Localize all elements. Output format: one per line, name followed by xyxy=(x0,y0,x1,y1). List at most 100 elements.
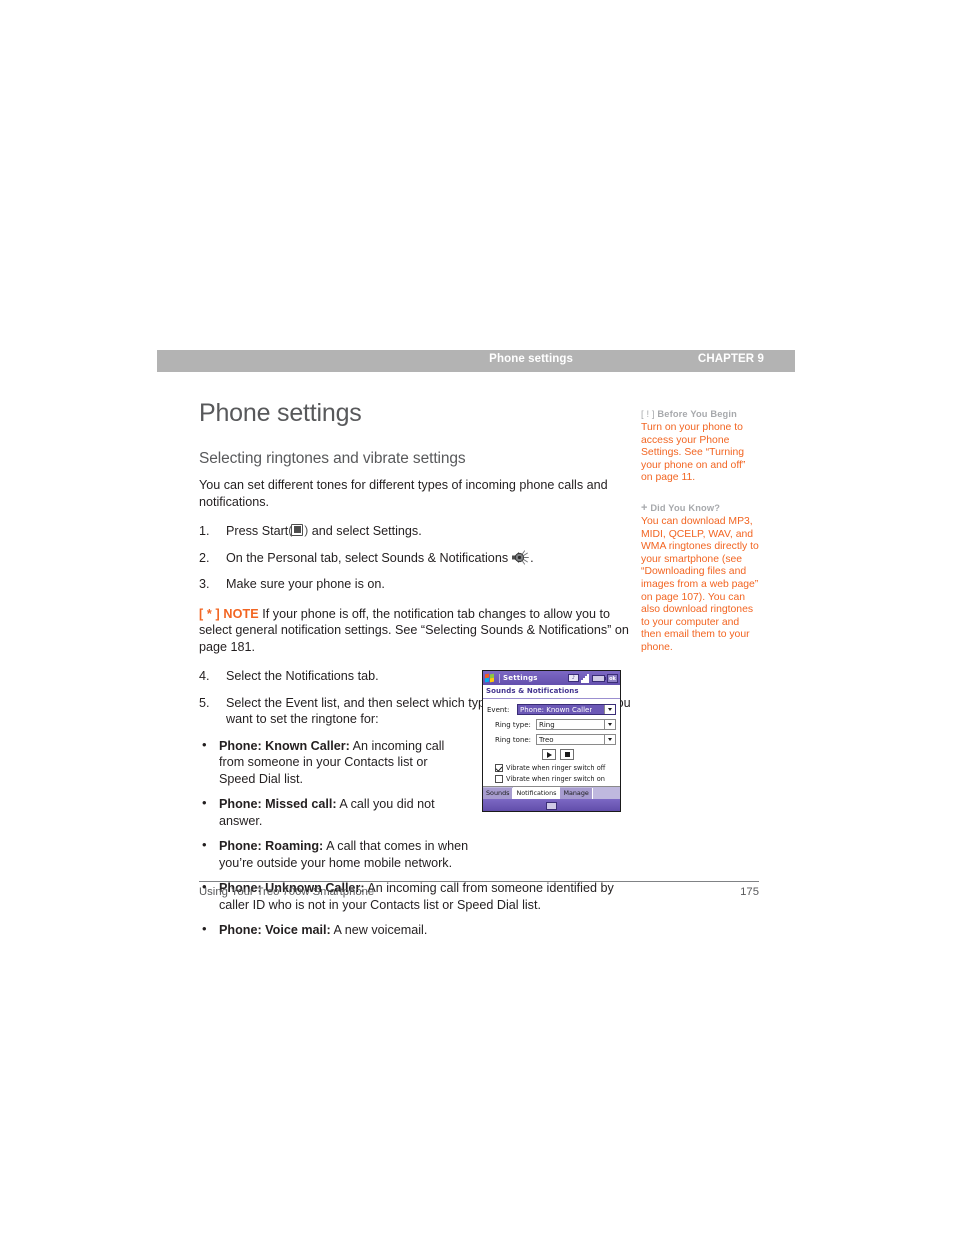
device-screen-subtitle: Sounds & Notifications xyxy=(483,685,620,699)
start-menu-icon: () xyxy=(288,523,309,537)
event-dropdown-value: Phone: Known Caller xyxy=(520,705,593,714)
numbered-steps-first: 1. Press Start() and select Settings. 2. O… xyxy=(199,523,631,593)
vibrate-ringer-on-label: Vibrate when ringer switch on xyxy=(506,775,605,783)
tip-heading: + Did You Know? xyxy=(641,502,759,515)
volume-icon[interactable]: ♪ xyxy=(568,674,579,682)
speaker-sounds-icon xyxy=(511,549,530,565)
footer-page-number: 175 xyxy=(740,886,759,898)
windows-logo-icon xyxy=(485,673,496,683)
footer-divider xyxy=(199,881,759,882)
tips-sidebar: [ ! ] Before You Begin Turn on your phon… xyxy=(641,408,759,655)
tip-heading-text: Before You Begin xyxy=(657,409,737,419)
header-chapter-label: CHAPTER 9 xyxy=(697,353,764,365)
event-field-row: Event: Phone: Known Caller xyxy=(487,704,616,715)
list-item: • Phone: Missed call: A call you did not … xyxy=(199,795,467,829)
vibrate-ringer-off-checkbox[interactable]: Vibrate when ringer switch off xyxy=(495,764,616,772)
bullet-text: A new voicemail. xyxy=(333,923,428,937)
ring-type-label: Ring type: xyxy=(495,720,531,729)
tab-notifications[interactable]: Notifications xyxy=(513,787,561,799)
tip-body-text: Turn on your phone to access your Phone … xyxy=(641,422,746,484)
tab-manage[interactable]: Manage xyxy=(560,788,593,799)
alert-marker-icon: [ ! ] xyxy=(641,409,655,419)
device-command-bar xyxy=(483,799,620,811)
step-number: 1. xyxy=(199,524,210,538)
bullet-dot-icon: • xyxy=(202,921,207,936)
checkbox-unchecked-icon xyxy=(495,775,503,783)
device-tab-strip: Sounds Notifications Manage xyxy=(483,786,620,799)
step-item: 1. Press Start() and select Settings. xyxy=(199,523,631,540)
step-text-after: . xyxy=(530,550,534,565)
ring-tone-dropdown[interactable]: Treo xyxy=(536,734,616,745)
note-text: If your phone is off, the notification t… xyxy=(199,606,629,654)
bullet-dot-icon: • xyxy=(202,837,207,852)
ring-tone-value: Treo xyxy=(539,735,554,744)
chevron-down-icon[interactable] xyxy=(604,735,615,744)
footer-book-title: Using Your Treo 700w Smartphone xyxy=(199,886,375,898)
device-window-title: Settings xyxy=(503,674,538,682)
tip-block-before-you-begin: [ ! ] Before You Begin Turn on your phon… xyxy=(641,408,759,485)
event-dropdown[interactable]: Phone: Known Caller xyxy=(517,704,616,715)
signal-strength-icon[interactable] xyxy=(581,673,590,683)
tip-body-text: You can download MP3, MIDI, QCELP, WAV, … xyxy=(641,515,759,653)
intro-paragraph: You can set different tones for differen… xyxy=(199,478,608,509)
ring-tone-field-row: Ring tone: Treo xyxy=(487,734,616,745)
device-status-tray: ♪ ok xyxy=(568,673,618,683)
stop-button[interactable] xyxy=(560,749,574,760)
device-screen-body: Event: Phone: Known Caller Ring type: Ri… xyxy=(483,699,620,786)
tip-block-did-you-know: + Did You Know? You can download MP3, MI… xyxy=(641,502,759,655)
ring-tone-label: Ring tone: xyxy=(495,735,532,744)
step-text-before: Press Start xyxy=(226,524,289,538)
device-title-bar: Settings ♪ ok xyxy=(483,671,620,685)
stop-icon xyxy=(564,752,570,757)
step-number: 4. xyxy=(199,669,210,683)
ring-type-field-row: Ring type: Ring xyxy=(487,719,616,730)
header-section-title: Phone settings xyxy=(489,353,573,365)
step-number: 2. xyxy=(199,550,210,565)
ok-button[interactable]: ok xyxy=(607,673,618,683)
section-heading: Selecting ringtones and vibrate settings xyxy=(199,450,466,467)
ring-type-value: Ring xyxy=(539,720,555,729)
tab-strip-filler xyxy=(592,788,620,799)
page-title: Phone settings xyxy=(199,399,362,427)
bullet-term: Phone: Missed call: xyxy=(219,797,337,811)
plus-marker-icon: + xyxy=(641,501,648,514)
event-field-label: Event: xyxy=(487,705,510,714)
list-item: • Phone: Known Caller: An incoming call f… xyxy=(199,736,451,788)
step-text-before: On the Personal tab, select Sounds & Not… xyxy=(226,550,509,565)
title-divider xyxy=(499,673,500,683)
play-icon xyxy=(546,751,552,758)
bullet-dot-icon: • xyxy=(202,736,207,752)
step-text-after: and select Settings. xyxy=(311,524,422,538)
bullet-term: Phone: Roaming: xyxy=(219,839,324,853)
note-label: [ * ] NOTE xyxy=(199,606,259,621)
running-header-bar: Phone settings CHAPTER 9 xyxy=(157,350,795,372)
play-button[interactable] xyxy=(542,749,556,760)
vibrate-ringer-on-checkbox[interactable]: Vibrate when ringer switch on xyxy=(495,775,616,783)
chevron-down-icon[interactable] xyxy=(604,705,615,714)
keyboard-icon[interactable] xyxy=(546,801,557,810)
device-screenshot-figure: Settings ♪ ok Sounds & Notifications Eve… xyxy=(482,670,621,812)
checkbox-checked-icon xyxy=(495,764,503,772)
document-page: Phone settings CHAPTER 9 Phone settings … xyxy=(0,0,954,1235)
step-item: 2. On the Personal tab, select Sounds & N… xyxy=(199,549,631,567)
step-number: 3. xyxy=(199,577,210,591)
vibrate-ringer-off-label: Vibrate when ringer switch off xyxy=(506,764,606,772)
list-item: • Phone: Voice mail: A new voicemail. xyxy=(199,921,631,939)
chevron-down-icon[interactable] xyxy=(604,720,615,729)
bullet-term: Phone: Known Caller: xyxy=(219,738,350,753)
page-footer: Using Your Treo 700w Smartphone 175 xyxy=(199,886,759,898)
battery-icon[interactable] xyxy=(592,674,606,682)
ring-type-dropdown[interactable]: Ring xyxy=(536,719,616,730)
bullet-term: Phone: Voice mail: xyxy=(219,923,331,937)
step-number: 5. xyxy=(199,695,210,710)
preview-button-row xyxy=(542,749,616,760)
bullet-dot-icon: • xyxy=(202,795,207,810)
list-item: • Phone: Roaming: A call that comes in wh… xyxy=(199,837,471,871)
note-paragraph: [ * ] NOTE If your phone is off, the not… xyxy=(199,606,631,656)
tip-heading-text: Did You Know? xyxy=(650,502,721,513)
step-text-before: Make sure your phone is on. xyxy=(226,577,385,591)
step-text: Select the Notifications tab. xyxy=(226,669,379,683)
tab-sounds[interactable]: Sounds xyxy=(483,788,514,799)
step-item: 3. Make sure your phone is on. xyxy=(199,576,631,593)
tip-heading: [ ! ] Before You Begin xyxy=(641,408,759,421)
